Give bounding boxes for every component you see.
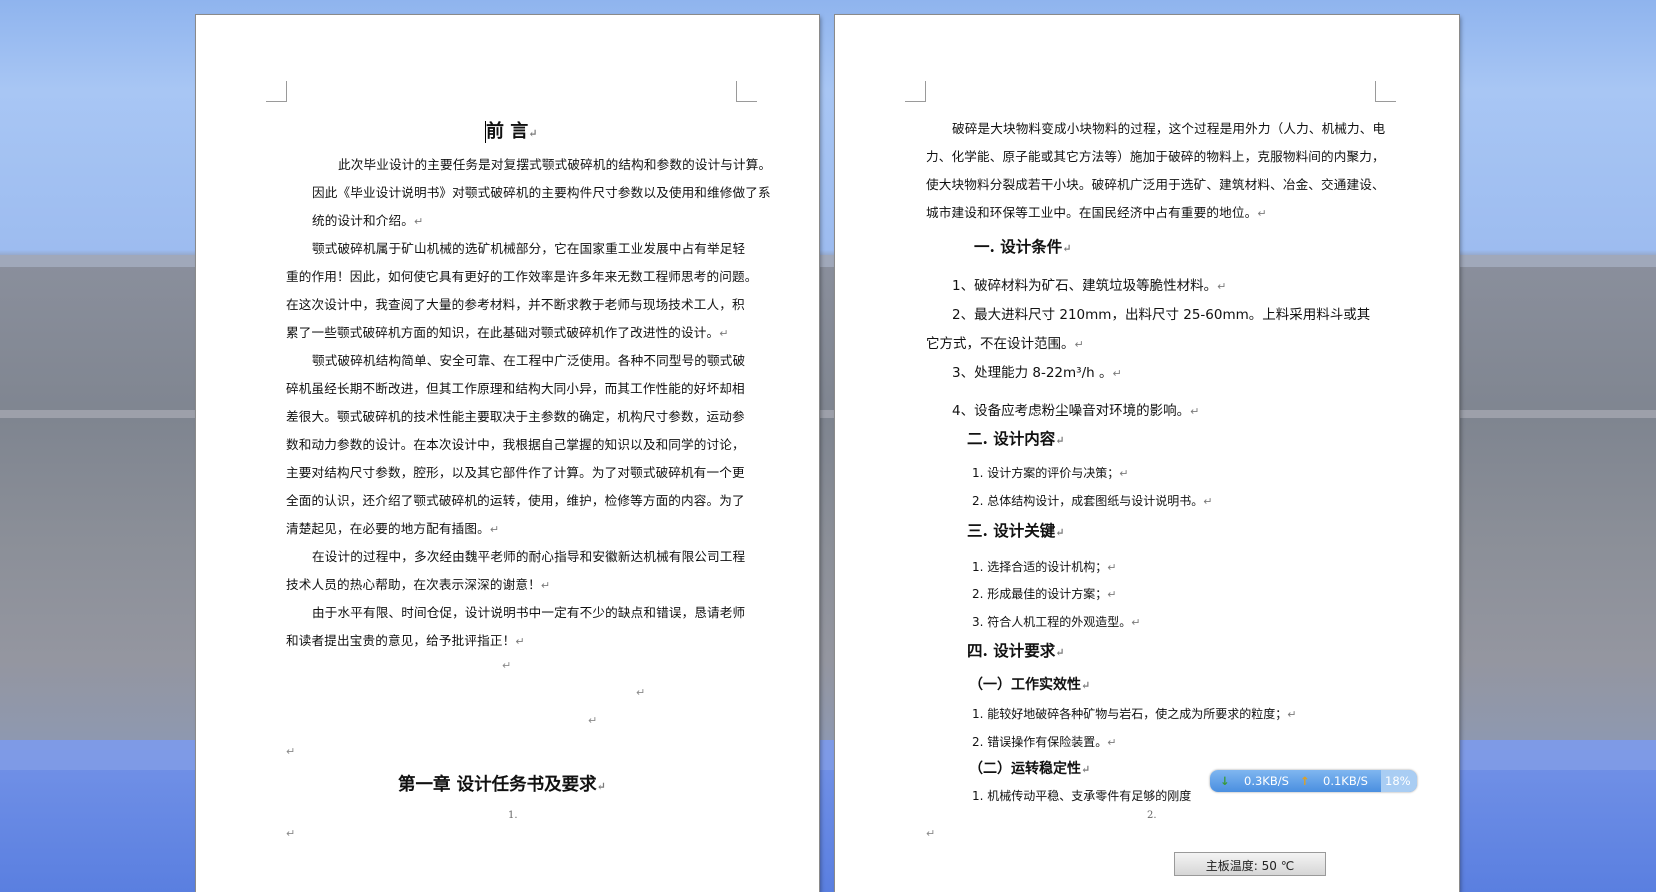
margin-corner-mark (905, 81, 926, 102)
list-item: 2. 形成最佳的设计方案；↵ (972, 587, 1117, 601)
paragraph-mark: ↵ (588, 714, 598, 727)
list-item: 1. 能较好地破碎各种矿物与岩石，使之成为所要求的粒度；↵ (972, 707, 1297, 721)
margin-corner-mark (1375, 81, 1396, 102)
chapter-heading: 第一章 设计任务书及要求↵ (398, 775, 606, 795)
condition-item: 4、设备应考虑粉尘噪音对环境的影响。↵ (952, 403, 1200, 419)
list-item: 1. 选择合适的设计机构；↵ (972, 560, 1117, 574)
list-item: 3. 符合人机工程的外观造型。↵ (972, 615, 1141, 629)
paragraph: 颚式破碎机结构简单、安全可靠、在工程中广泛使用。各种不同型号的颚式破 碎机虽经长… (286, 353, 746, 536)
subsection-title: （一）工作实效性↵ (969, 677, 1091, 693)
list-item: 2. 总体结构设计，成套图纸与设计说明书。↵ (972, 494, 1213, 508)
paragraph-mark: ↵ (286, 745, 296, 758)
paragraph: 由于水平有限、时间仓促，设计说明书中一定有不少的缺点和错误，恳请老师 和读者提出… (286, 605, 746, 648)
document-page-2[interactable]: 破碎是大块物料变成小块物料的过程，这个过程是用外力（人力、机械力、电 力、化学能… (835, 15, 1459, 892)
document-page-1[interactable]: 前 言↵ 此次毕业设计的主要任务是对复摆式颚式破碎机的结构和参数的设计与计算。 … (196, 15, 819, 892)
download-arrow-icon: ↓ (1220, 774, 1230, 788)
list-item: 2. 错误操作有保险装置。↵ (972, 735, 1117, 749)
paragraph-mark: ↵ (286, 827, 296, 840)
section-title-keys: 三. 设计关键↵ (967, 521, 1065, 540)
download-speed: 0.3KB/S (1244, 774, 1289, 788)
paragraph-mark: ↵ (926, 827, 936, 840)
list-item: 1. 机械传动平稳、支承零件有足够的刚度 (972, 789, 1192, 803)
paragraph: 此次毕业设计的主要任务是对复摆式颚式破碎机的结构和参数的设计与计算。 因此《毕业… (312, 157, 772, 228)
paragraph: 在设计的过程中，多次经由魏平老师的耐心指导和安徽新达机械有限公司工程 技术人员的… (286, 549, 746, 592)
condition-item: 1、破碎材料为矿石、建筑垃圾等脆性材料。↵ (952, 278, 1227, 294)
paragraph: 颚式破碎机属于矿山机械的选矿机械部分，它在国家重工业发展中占有举足轻 重的作用！… (286, 241, 758, 340)
subsection-title: （二）运转稳定性↵ (969, 761, 1091, 777)
section-title-contents: 二. 设计内容↵ (967, 429, 1065, 448)
list-item: 1. 设计方案的评价与决策；↵ (972, 466, 1129, 480)
preface-title: 前 言↵ (485, 121, 538, 143)
margin-corner-mark (736, 81, 757, 102)
cpu-percent: 18% (1385, 774, 1411, 788)
paragraph-mark: ↵ (502, 659, 512, 672)
condition-item: 2、最大进料尺寸 210mm，出料尺寸 25-60mm。上料采用料斗或其 (952, 307, 1371, 323)
section-title-requirements: 四. 设计要求↵ (967, 641, 1065, 660)
upload-speed: 0.1KB/S (1323, 774, 1368, 788)
network-monitor-widget[interactable]: ↓ 0.3KB/S ↑ 0.1KB/S 18% (1210, 770, 1417, 792)
section-title-conditions: 一. 设计条件↵ (974, 237, 1072, 256)
page-number: 2. (1147, 810, 1157, 821)
page-number: 1. (508, 810, 518, 821)
paragraph-mark: ↵ (636, 686, 646, 699)
condition-item: 3、处理能力 8-22m³/h 。↵ (952, 365, 1122, 381)
upload-arrow-icon: ↑ (1300, 774, 1310, 788)
condition-item: 它方式，不在设计范围。↵ (926, 336, 1084, 352)
mainboard-temperature-widget[interactable]: 主板温度: 50 ℃ (1174, 852, 1326, 876)
cpu-usage-box: 18% (1381, 770, 1417, 792)
intro-paragraph: 破碎是大块物料变成小块物料的过程，这个过程是用外力（人力、机械力、电 力、化学能… (926, 121, 1386, 220)
margin-corner-mark (266, 81, 287, 102)
